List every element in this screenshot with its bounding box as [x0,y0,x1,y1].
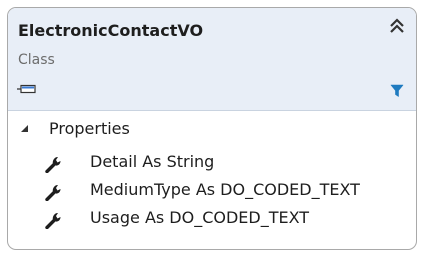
wrench-icon [45,185,61,201]
wrench-icon [45,157,61,173]
class-name: ElectronicContactVO [18,21,204,40]
filter-funnel-icon[interactable] [390,84,404,98]
property-label: Detail As String [90,152,215,171]
section-properties-header[interactable]: Properties [16,118,216,140]
class-shortcut-icon [17,84,36,94]
property-item-detail[interactable]: Detail As String [8,151,416,179]
property-label: Usage As DO_CODED_TEXT [90,208,310,227]
header-divider [8,110,416,111]
class-header: ElectronicContactVO Class [8,8,416,110]
double-chevron-up-icon[interactable] [389,17,405,35]
property-label: MediumType As DO_CODED_TEXT [90,180,360,199]
properties-list: Detail As String MediumType As DO_CODED_… [8,151,416,235]
expanded-triangle-icon[interactable] [20,124,29,133]
section-properties-label: Properties [49,119,130,138]
property-item-usage[interactable]: Usage As DO_CODED_TEXT [8,207,416,235]
class-diagram-shape[interactable]: ElectronicContactVO Class Properties Det [7,7,417,250]
wrench-icon [45,213,61,229]
class-kind-label: Class [18,52,55,68]
property-item-mediumtype[interactable]: MediumType As DO_CODED_TEXT [8,179,416,207]
